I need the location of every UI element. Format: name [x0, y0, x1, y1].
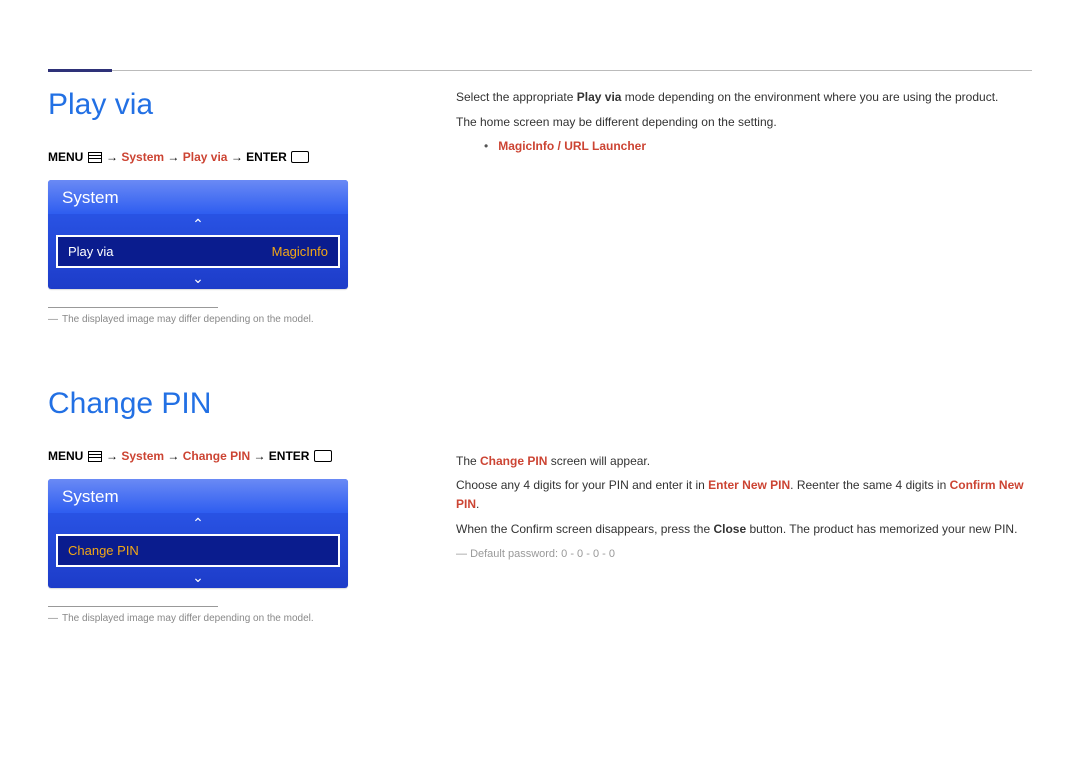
footnote-rule — [48, 307, 218, 308]
play-via-path: MENU → System → Play via → ENTER — [48, 150, 378, 166]
change-pin-line3: When the Confirm screen disappears, pres… — [456, 520, 1032, 539]
change-pin-osd: System ⌃ Change PIN ⌄ — [48, 479, 348, 588]
path-system: System — [121, 449, 164, 463]
change-pin-footnote: ―The displayed image may differ dependin… — [48, 613, 378, 624]
menu-label: MENU — [48, 150, 83, 164]
change-pin-path: MENU → System → Change PIN → ENTER — [48, 449, 378, 465]
bullet-icon: • — [484, 137, 488, 156]
chevron-down-icon: ⌄ — [48, 268, 348, 289]
default-password-note: ― Default password: 0 - 0 - 0 - 0 — [456, 546, 1032, 563]
enter-label: ENTER — [246, 150, 287, 164]
osd-row-play-via: Play via MagicInfo — [56, 235, 340, 268]
change-pin-line1: The Change PIN screen will appear. — [456, 452, 1032, 471]
arrow-icon: → — [167, 150, 182, 164]
chevron-up-icon: ⌃ — [48, 214, 348, 235]
left-column: Play via MENU → System → Play via → ENTE… — [48, 88, 378, 624]
path-change-pin: Change PIN — [183, 449, 250, 463]
menu-icon — [88, 152, 102, 166]
osd-row-value: MagicInfo — [272, 244, 328, 259]
change-pin-right: The Change PIN screen will appear. Choos… — [456, 452, 1032, 563]
osd-row-label: Play via — [68, 244, 114, 259]
play-via-desc-line1: Select the appropriate Play via mode dep… — [456, 88, 1032, 107]
change-pin-heading: Change PIN — [48, 387, 378, 421]
osd-title: System — [48, 479, 348, 513]
change-pin-line2: Choose any 4 digits for your PIN and ent… — [456, 476, 1032, 513]
play-via-desc-line2: The home screen may be different dependi… — [456, 113, 1032, 132]
osd-row-change-pin: Change PIN — [56, 534, 340, 567]
osd-row-label: Change PIN — [68, 543, 139, 558]
menu-label: MENU — [48, 449, 83, 463]
play-via-option-bullet: • MagicInfo / URL Launcher — [456, 137, 1032, 156]
footnote-rule — [48, 606, 218, 607]
menu-icon — [88, 451, 102, 465]
arrow-icon: → — [106, 449, 121, 463]
arrow-icon: → — [106, 150, 121, 164]
chevron-up-icon: ⌃ — [48, 513, 348, 534]
enter-icon — [314, 450, 332, 465]
bullet-value: MagicInfo / URL Launcher — [498, 137, 646, 156]
play-via-heading: Play via — [48, 88, 378, 122]
enter-label: ENTER — [269, 449, 310, 463]
path-system: System — [121, 150, 164, 164]
enter-icon — [291, 151, 309, 166]
arrow-icon: → — [231, 150, 246, 164]
arrow-icon: → — [253, 449, 268, 463]
arrow-icon: → — [167, 449, 182, 463]
page-header-rule — [48, 70, 1032, 71]
play-via-osd: System ⌃ Play via MagicInfo ⌄ — [48, 180, 348, 289]
path-play-via: Play via — [183, 150, 228, 164]
osd-title: System — [48, 180, 348, 214]
play-via-footnote: ―The displayed image may differ dependin… — [48, 314, 378, 325]
chevron-down-icon: ⌄ — [48, 567, 348, 588]
right-column: Select the appropriate Play via mode dep… — [456, 88, 1032, 624]
